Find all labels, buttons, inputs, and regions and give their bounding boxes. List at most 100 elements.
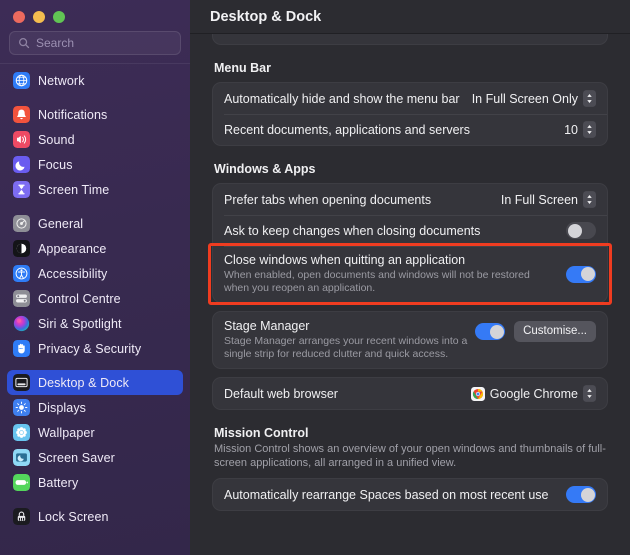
- screen-saver-icon: [13, 449, 30, 466]
- close-windows-quitting-toggle[interactable]: [566, 265, 596, 283]
- sidebar-item-displays[interactable]: Displays: [7, 395, 183, 420]
- appearance-contrast-icon: [13, 240, 30, 257]
- search-field[interactable]: [9, 31, 181, 55]
- row-prefer-tabs[interactable]: Prefer tabs when opening documents In Fu…: [213, 184, 607, 215]
- search-icon: [19, 38, 30, 49]
- row-control: 10: [564, 121, 596, 138]
- titlebar: Desktop & Dock: [190, 0, 630, 34]
- search-input[interactable]: [36, 36, 172, 50]
- row-default-web-browser[interactable]: Default web browser Google Chrome: [213, 378, 607, 409]
- sidebar-item-privacy-security[interactable]: Privacy & Security: [7, 336, 183, 361]
- row-description: When enabled, open documents and windows…: [224, 269, 530, 294]
- toggle-knob: [580, 267, 595, 281]
- general-gear-icon: [13, 215, 30, 232]
- sidebar-item-accessibility[interactable]: Accessibility: [7, 261, 183, 286]
- nav-group-alerts: Notifications Sound Focus Screen Time: [7, 102, 183, 202]
- row-label: Automatically hide and show the menu bar: [224, 91, 460, 106]
- customise-button[interactable]: Customise...: [514, 321, 596, 342]
- sidebar-item-notifications[interactable]: Notifications: [7, 102, 183, 127]
- sidebar-item-control-centre[interactable]: Control Centre: [7, 286, 183, 311]
- stage-manager-toggle[interactable]: [475, 323, 506, 340]
- row-control: In Full Screen Only: [472, 90, 596, 107]
- row-stage-manager[interactable]: Stage Manager Stage Manager arranges you…: [213, 312, 607, 368]
- row-label: Default web browser: [224, 386, 338, 401]
- sidebar-item-label: Focus: [38, 157, 73, 172]
- windows-apps-card: Prefer tabs when opening documents In Fu…: [212, 183, 608, 303]
- sidebar-item-label: Battery: [38, 475, 79, 490]
- mission-control-card: Automatically rearrange Spaces based on …: [212, 478, 608, 511]
- row-description: Stage Manager arranges your recent windo…: [224, 335, 468, 360]
- minimize-window-button[interactable]: [33, 11, 45, 23]
- sidebar-item-screen-time[interactable]: Screen Time: [7, 177, 183, 202]
- row-auto-hide-menu-bar[interactable]: Automatically hide and show the menu bar…: [213, 83, 607, 114]
- section-heading-windows-apps: Windows & Apps: [214, 162, 316, 176]
- row-control: Customise...: [475, 312, 596, 342]
- ask-keep-changes-toggle[interactable]: [566, 222, 596, 239]
- system-settings-window: Network Notifications: [0, 0, 630, 555]
- accessibility-person-icon: [13, 265, 30, 282]
- wallpaper-flower-icon: [13, 424, 30, 441]
- row-recent-documents[interactable]: Recent documents, applications and serve…: [213, 114, 607, 145]
- sidebar-item-appearance[interactable]: Appearance: [7, 236, 183, 261]
- section-heading-mission-control: Mission Control: [214, 426, 309, 440]
- toggle-knob: [489, 324, 504, 339]
- sidebar-item-label: Network: [38, 73, 85, 88]
- sidebar-nav: Network Notifications Sound Focus Screen…: [0, 68, 190, 529]
- prefer-tabs-popup[interactable]: In Full Screen: [501, 191, 596, 208]
- desktop-dock-icon: [13, 374, 30, 391]
- auto-rearrange-spaces-toggle[interactable]: [566, 486, 596, 503]
- popup-value: In Full Screen: [500, 192, 578, 207]
- sidebar-item-desktop-dock[interactable]: Desktop & Dock: [7, 370, 183, 395]
- row-label: Stage Manager: [224, 319, 310, 333]
- sidebar-item-label: Screen Saver: [38, 450, 115, 465]
- sidebar-item-label: Notifications: [38, 107, 108, 122]
- settings-scroll-area[interactable]: Menu Bar Automatically hide and show the…: [190, 34, 630, 555]
- sidebar-item-label: Accessibility: [38, 266, 108, 281]
- sidebar-item-label: Desktop & Dock: [38, 375, 130, 390]
- sidebar-item-general[interactable]: General: [7, 211, 183, 236]
- sidebar-item-lock-screen[interactable]: Lock Screen: [7, 504, 183, 529]
- section-heading-menu-bar: Menu Bar: [214, 61, 271, 75]
- sidebar-item-wallpaper[interactable]: Wallpaper: [7, 420, 183, 445]
- sidebar-item-battery[interactable]: Battery: [7, 470, 183, 495]
- sidebar-item-label: Wallpaper: [38, 425, 95, 440]
- traffic-lights: [0, 0, 190, 23]
- clipped-card-above: [212, 34, 608, 45]
- row-text-block: Stage Manager Stage Manager arranges you…: [224, 312, 475, 368]
- sidebar-item-focus[interactable]: Focus: [7, 152, 183, 177]
- row-text-block: Close windows when quitting an applicati…: [224, 246, 554, 302]
- chevron-up-down-icon: [583, 121, 596, 138]
- row-ask-keep-changes[interactable]: Ask to keep changes when closing documen…: [213, 215, 607, 246]
- row-auto-rearrange-spaces[interactable]: Automatically rearrange Spaces based on …: [213, 479, 607, 510]
- sidebar-item-label: Lock Screen: [38, 509, 109, 524]
- row-label: Ask to keep changes when closing documen…: [224, 223, 481, 238]
- notifications-bell-icon: [13, 106, 30, 123]
- row-label: Automatically rearrange Spaces based on …: [224, 487, 549, 502]
- row-control: Google Chrome: [470, 385, 596, 402]
- sidebar: Network Notifications: [0, 0, 190, 555]
- battery-icon: [13, 474, 30, 491]
- sidebar-item-screen-saver[interactable]: Screen Saver: [7, 445, 183, 470]
- sidebar-item-label: Displays: [38, 400, 87, 415]
- maximize-window-button[interactable]: [53, 11, 65, 23]
- toggle-knob: [567, 223, 582, 238]
- sidebar-item-label: Control Centre: [38, 291, 121, 306]
- sidebar-item-label: Siri & Spotlight: [38, 316, 122, 331]
- privacy-hand-icon: [13, 340, 30, 357]
- lock-screen-icon: [13, 508, 30, 525]
- search-container: [0, 23, 190, 55]
- mission-control-description: Mission Control shows an overview of you…: [214, 443, 606, 469]
- auto-hide-menu-bar-popup[interactable]: In Full Screen Only: [472, 90, 596, 107]
- row-control: [566, 486, 596, 503]
- menu-bar-card: Automatically hide and show the menu bar…: [212, 82, 608, 146]
- default-browser-popup[interactable]: Google Chrome: [470, 385, 596, 402]
- sidebar-item-network[interactable]: Network: [7, 68, 183, 93]
- content-pane: Desktop & Dock Menu Bar Automatically hi…: [190, 0, 630, 555]
- sidebar-item-sound[interactable]: Sound: [7, 127, 183, 152]
- sidebar-item-label: Screen Time: [38, 182, 110, 197]
- sidebar-item-siri-spotlight[interactable]: Siri & Spotlight: [7, 311, 183, 336]
- close-window-button[interactable]: [13, 11, 25, 23]
- row-close-windows-quitting[interactable]: Close windows when quitting an applicati…: [213, 246, 607, 302]
- recent-documents-stepper[interactable]: 10: [564, 121, 596, 138]
- nav-group-lock: Lock Screen: [7, 504, 183, 529]
